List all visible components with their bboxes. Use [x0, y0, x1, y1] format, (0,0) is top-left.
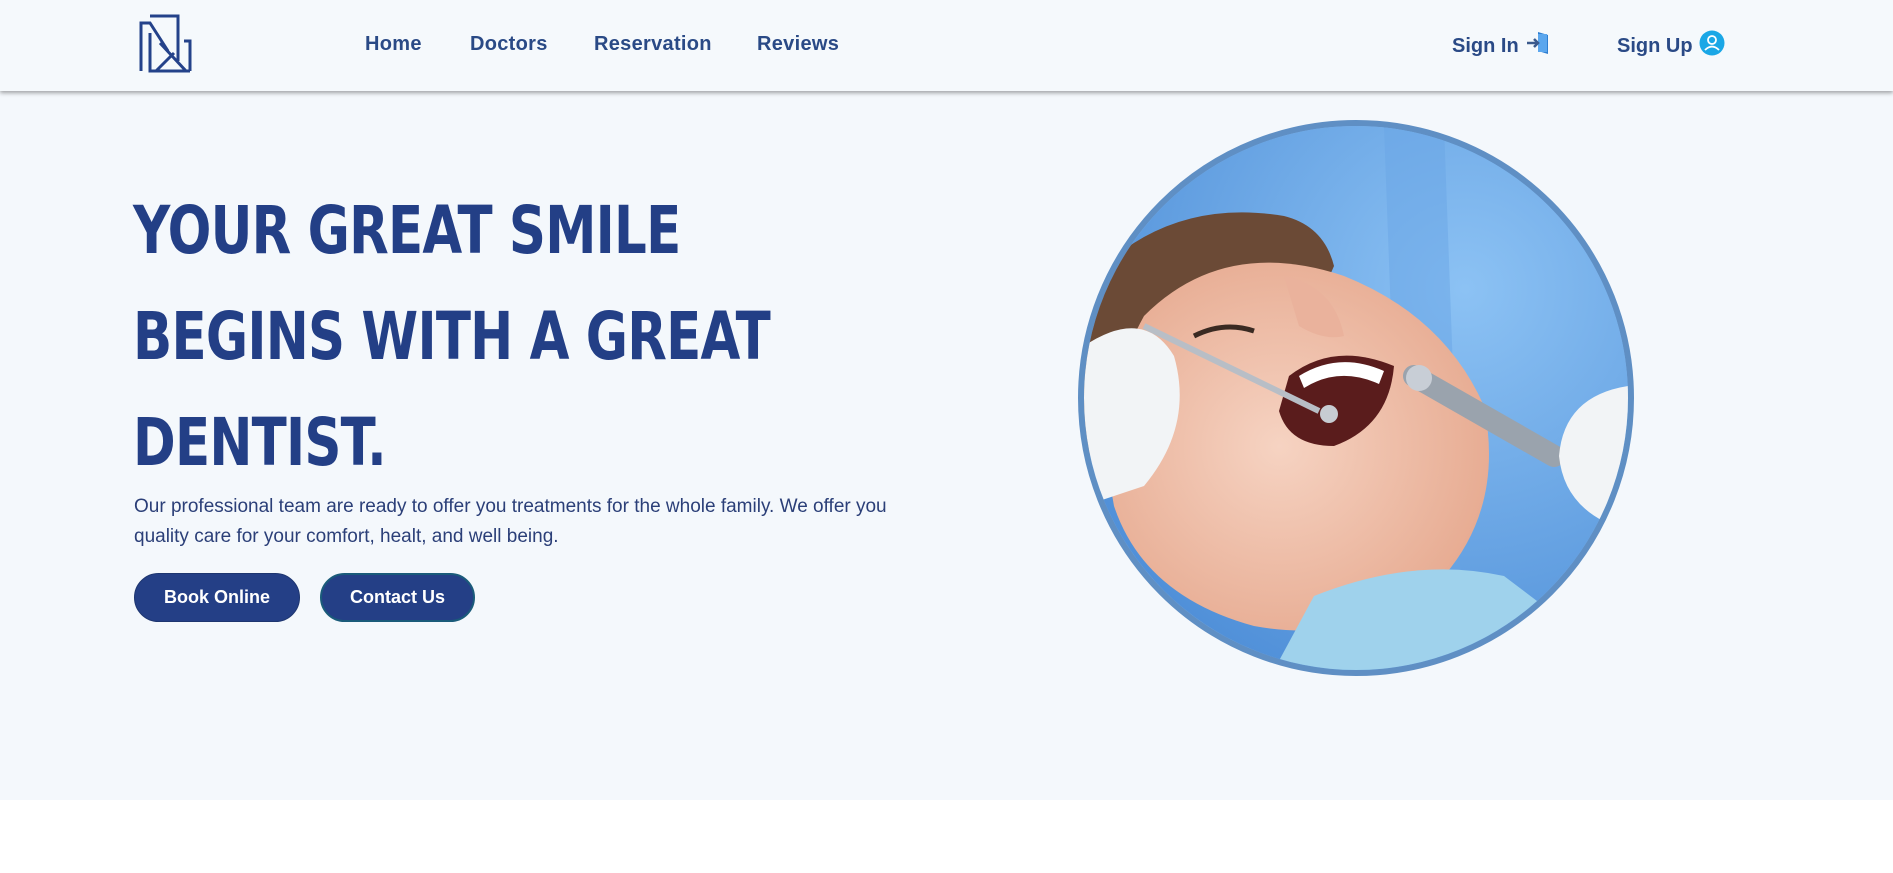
sign-in-label: Sign In	[1452, 34, 1519, 57]
nav-reviews[interactable]: Reviews	[757, 30, 839, 58]
logo-icon[interactable]	[138, 13, 192, 75]
hero-title: YOUR GREAT SMILE BEGINS WITH A GREAT DEN…	[133, 178, 771, 496]
navbar: Home Doctors Reservation Reviews Sign In…	[0, 0, 1893, 91]
page: Home Doctors Reservation Reviews Sign In…	[0, 0, 1893, 873]
hero-title-line-1: YOUR GREAT SMILE	[133, 192, 681, 269]
sign-up-link[interactable]: Sign Up	[1617, 30, 1725, 61]
sign-up-label: Sign Up	[1617, 34, 1693, 57]
hero-title-line-2: BEGINS WITH A GREAT	[133, 298, 771, 375]
hero-description: Our professional team are ready to offer…	[134, 496, 887, 547]
user-icon	[1699, 30, 1725, 61]
sign-in-link[interactable]: Sign In	[1452, 30, 1551, 61]
dental-patient-image	[1078, 120, 1634, 676]
nav-doctors[interactable]: Doctors	[470, 30, 548, 58]
nav-reservation[interactable]: Reservation	[594, 30, 712, 58]
book-online-button[interactable]: Book Online	[134, 573, 300, 622]
hero-title-line-3: DENTIST.	[133, 404, 387, 481]
contact-us-button[interactable]: Contact Us	[320, 573, 475, 622]
nav-home[interactable]: Home	[365, 30, 422, 58]
login-icon	[1525, 30, 1551, 61]
